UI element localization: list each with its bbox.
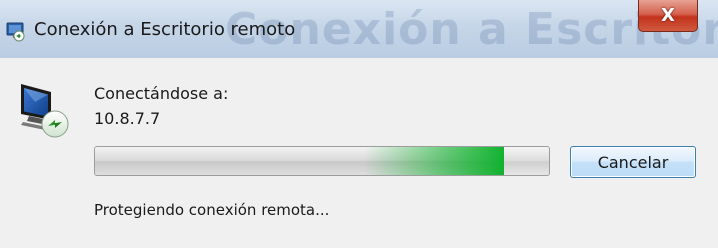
dialog-content: Conectándose a: 10.8.7.7 Cancelar Proteg…	[0, 58, 718, 248]
remote-desktop-icon[interactable]	[5, 20, 27, 42]
computer-monitor-icon	[15, 80, 77, 142]
connecting-label: Conectándose a:	[94, 84, 229, 103]
remote-address: 10.8.7.7	[94, 109, 161, 128]
close-button[interactable]: X	[638, 0, 698, 32]
cancel-button[interactable]: Cancelar	[570, 146, 696, 178]
title-bar[interactable]: Conexión a Escritorio remoto Conexión a …	[0, 0, 718, 58]
progress-bar-glow	[364, 147, 504, 175]
progress-bar	[94, 146, 550, 176]
dialog-window: Conexión a Escritorio remoto Conexión a …	[0, 0, 718, 248]
status-text: Protegiendo conexión remota...	[94, 201, 330, 219]
window-title: Conexión a Escritorio remoto	[34, 19, 296, 40]
